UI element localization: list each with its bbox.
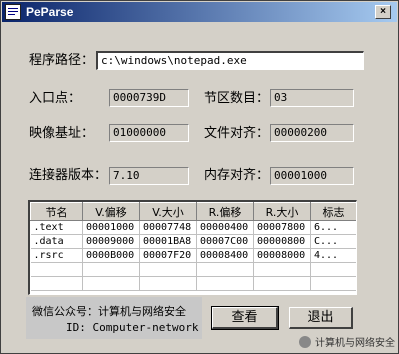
section-count-field: 03 xyxy=(270,89,354,107)
table-row[interactable]: .text 00001000 00007748 00000400 0000780… xyxy=(30,220,356,235)
path-label: 程序路径： xyxy=(29,53,95,68)
close-button[interactable]: × xyxy=(375,5,391,19)
peparse-window: PeParse × 程序路径： c:\windows\notepad.exe 入… xyxy=(0,0,399,354)
image-base-label: 映像基址： xyxy=(29,126,95,141)
table-cell: 00000800 xyxy=(253,234,311,249)
table-cell: .data xyxy=(30,234,83,249)
wechat-icon xyxy=(299,335,311,348)
column-header-virtual-size[interactable]: V.大小 xyxy=(139,202,197,221)
memory-alignment-label: 内存对齐： xyxy=(204,168,270,183)
credit-watermark: 计算机与网络安全 xyxy=(299,334,395,349)
column-header-section-name[interactable]: 节名 xyxy=(30,202,83,221)
credit-text: 计算机与网络安全 xyxy=(315,338,395,349)
column-header-virtual-offset[interactable]: V.偏移 xyxy=(82,202,140,221)
column-header-raw-offset[interactable]: R.偏移 xyxy=(196,202,254,221)
table-cell: 00007F20 xyxy=(139,248,197,263)
image-base-field: 01000000 xyxy=(109,124,189,142)
column-header-flags[interactable]: 标志 xyxy=(310,202,356,221)
table-cell: .text xyxy=(30,220,83,235)
table-cell: 00000400 xyxy=(196,220,254,235)
table-cell: 0000B000 xyxy=(82,248,140,263)
file-alignment-label: 文件对齐： xyxy=(204,126,270,141)
linker-version-field: 7.10 xyxy=(109,167,189,185)
table-header-row: 节名 V.偏移 V.大小 R.偏移 R.大小 标志 xyxy=(30,202,356,221)
table-cell: 6... xyxy=(310,220,356,235)
table-cell: 00007C00 xyxy=(196,234,254,249)
column-header-raw-size[interactable]: R.大小 xyxy=(253,202,311,221)
exit-button[interactable]: 退出 xyxy=(289,307,353,329)
table-cell: 00001BA8 xyxy=(139,234,197,249)
memory-alignment-field: 00001000 xyxy=(270,167,354,185)
table-row-empty xyxy=(30,276,356,291)
app-icon xyxy=(5,4,21,20)
section-table-frame[interactable]: 节名 V.偏移 V.大小 R.偏移 R.大小 标志 .text 00001000… xyxy=(28,200,357,295)
table-cell: 00007800 xyxy=(253,220,311,235)
window-title: PeParse xyxy=(26,5,74,19)
linker-version-label: 连接器版本： xyxy=(29,168,108,183)
table-cell: 00001000 xyxy=(82,220,140,235)
view-button[interactable]: 查看 xyxy=(211,306,279,330)
table-cell: 4... xyxy=(310,248,356,263)
entry-point-label: 入口点： xyxy=(29,91,82,106)
table-cell: C... xyxy=(310,234,356,249)
table-row-empty xyxy=(30,262,356,277)
table-cell: 00008000 xyxy=(253,248,311,263)
table-cell: 00008400 xyxy=(196,248,254,263)
entry-point-field: 0000739D xyxy=(109,89,189,107)
file-alignment-field: 00000200 xyxy=(270,124,354,142)
table-row[interactable]: .rsrc 0000B000 00007F20 00008400 0000800… xyxy=(30,248,356,263)
watermark-box: 微信公众号：计算机与网络安全 ID: Computer-network xyxy=(26,297,202,339)
table-cell: 00007748 xyxy=(139,220,197,235)
title-bar[interactable]: PeParse × xyxy=(2,2,397,22)
section-table: 节名 V.偏移 V.大小 R.偏移 R.大小 标志 .text 00001000… xyxy=(30,202,356,291)
watermark-line-2: ID: Computer-network xyxy=(66,321,199,334)
table-row[interactable]: .data 00009000 00001BA8 00007C00 0000080… xyxy=(30,234,356,249)
watermark-line-1: 微信公众号：计算机与网络安全 xyxy=(32,305,186,318)
table-cell: 00009000 xyxy=(82,234,140,249)
path-input[interactable]: c:\windows\notepad.exe xyxy=(96,51,364,70)
table-cell: .rsrc xyxy=(30,248,83,263)
section-count-label: 节区数目： xyxy=(204,91,270,106)
